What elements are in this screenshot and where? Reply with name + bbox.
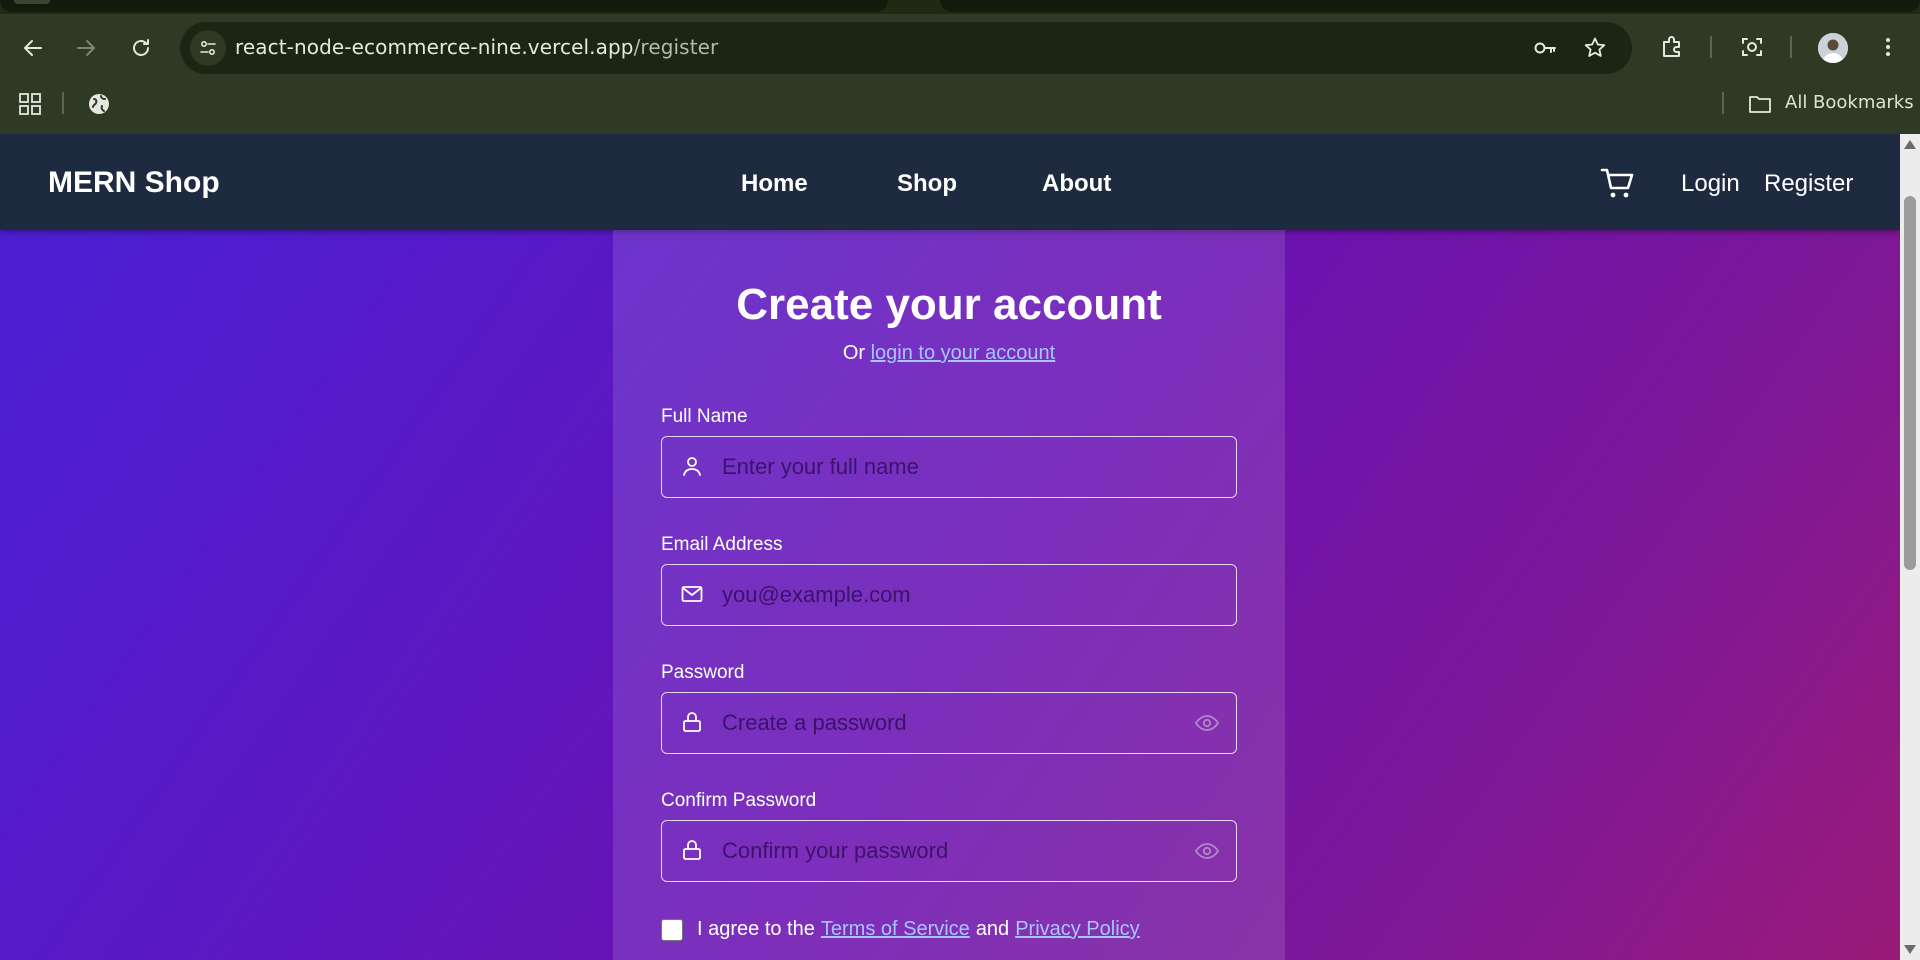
tab-strip: [0, 0, 1920, 14]
privacy-policy-link[interactable]: Privacy Policy: [1015, 918, 1139, 941]
forward-button[interactable]: [68, 30, 104, 66]
star-icon[interactable]: [1582, 35, 1608, 61]
login-prompt: Or login to your account: [613, 342, 1285, 365]
folder-icon[interactable]: [1748, 92, 1772, 116]
login-to-account-link[interactable]: login to your account: [871, 342, 1056, 364]
register-card: Create your account Or login to your acc…: [613, 230, 1285, 960]
url-path: /register: [633, 35, 719, 59]
reload-icon: [133, 39, 149, 56]
page-title: Create your account: [736, 280, 1162, 329]
confirm-password-field[interactable]: [661, 820, 1237, 882]
password-field[interactable]: [661, 692, 1237, 754]
full-name-input[interactable]: [722, 437, 1162, 496]
lens-icon[interactable]: [1738, 33, 1766, 61]
lock-icon: [683, 712, 701, 732]
full-name-field[interactable]: [661, 436, 1237, 498]
tune-icon: [200, 40, 216, 56]
scrollbar-thumb[interactable]: [1904, 196, 1916, 570]
nav-home[interactable]: Home: [741, 170, 808, 198]
user-icon: [683, 457, 701, 476]
nav-shop[interactable]: Shop: [897, 170, 957, 198]
arrow-left-icon: [24, 40, 42, 56]
arrow-right-icon: [77, 40, 95, 56]
avatar-icon: [1818, 33, 1848, 63]
email-input[interactable]: [722, 565, 1162, 624]
more-menu-icon[interactable]: [1874, 33, 1902, 61]
back-button[interactable]: [15, 30, 51, 66]
scroll-down-arrow[interactable]: [1904, 945, 1916, 954]
email-label: Email Address: [661, 534, 783, 555]
profile-avatar[interactable]: [1818, 33, 1848, 63]
password-input[interactable]: [722, 693, 1162, 752]
agree-and: and: [975, 918, 1010, 940]
url-text[interactable]: react-node-ecommerce-nine.vercel.app/reg…: [235, 35, 718, 59]
terms-checkbox[interactable]: [661, 918, 683, 941]
nav-about[interactable]: About: [1042, 170, 1111, 198]
scroll-up-arrow[interactable]: [1904, 140, 1916, 149]
password-label: Password: [661, 662, 745, 683]
terms-of-service-link[interactable]: Terms of Service: [821, 918, 970, 941]
reload-button[interactable]: [123, 30, 159, 66]
agree-prefix: I agree to the: [697, 918, 815, 940]
email-field[interactable]: [661, 564, 1237, 626]
apps-grid-icon[interactable]: [18, 92, 42, 116]
browser-tab[interactable]: [940, 0, 1920, 12]
page-scrollbar[interactable]: [1900, 134, 1920, 960]
eye-icon[interactable]: [1194, 710, 1220, 736]
address-bar[interactable]: react-node-ecommerce-nine.vercel.app/reg…: [180, 22, 1632, 74]
url-host: react-node-ecommerce-nine.vercel.app: [235, 35, 634, 59]
key-icon[interactable]: [1532, 35, 1558, 61]
mail-icon: [681, 586, 703, 602]
confirm-password-input[interactable]: [722, 821, 1162, 880]
terms-agreement: I agree to the Terms of Service and Priv…: [661, 918, 1140, 941]
login-prompt-text: Or: [842, 342, 866, 364]
browser-tab[interactable]: [0, 0, 888, 12]
browser-chrome: react-node-ecommerce-nine.vercel.app/reg…: [0, 0, 1920, 134]
cart-icon[interactable]: [1600, 166, 1636, 200]
page-viewport: MERN Shop Home Shop About Login Register…: [0, 134, 1900, 960]
site-brand[interactable]: MERN Shop: [48, 166, 220, 200]
bookmarks-bar: All Bookmarks: [0, 82, 1920, 126]
register-link[interactable]: Register: [1764, 170, 1853, 198]
login-link[interactable]: Login: [1681, 170, 1740, 198]
lock-icon: [683, 840, 701, 860]
extensions-icon[interactable]: [1658, 33, 1686, 61]
eye-icon[interactable]: [1194, 838, 1220, 864]
site-info-button[interactable]: [190, 30, 226, 66]
globe-icon[interactable]: [87, 92, 111, 116]
confirm-password-label: Confirm Password: [661, 790, 817, 811]
all-bookmarks-label[interactable]: All Bookmarks: [1785, 92, 1914, 113]
site-navbar: MERN Shop Home Shop About Login Register: [0, 134, 1900, 230]
full-name-label: Full Name: [661, 406, 748, 427]
